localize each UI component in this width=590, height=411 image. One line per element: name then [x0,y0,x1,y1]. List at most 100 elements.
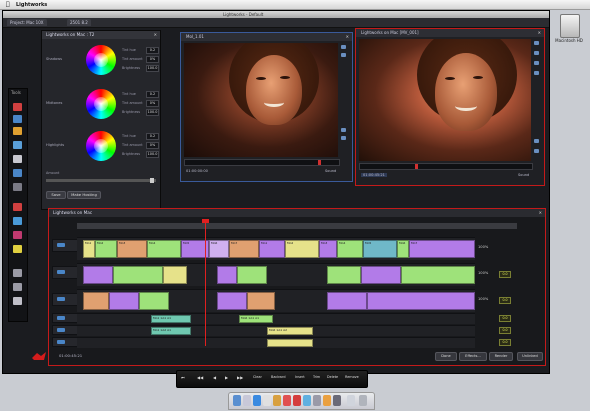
level-readout[interactable]: 0.0 [499,271,511,278]
fast-forward-icon[interactable]: ▶▶ [237,375,243,380]
settings-tool-icon[interactable] [13,269,22,277]
lightworks-dock-icon[interactable] [293,395,301,406]
audio-clip[interactable]: Mo1 1A1 A1 [151,315,191,323]
sound-label[interactable]: Sound [325,169,336,173]
effects-icon[interactable] [534,61,539,65]
track-level[interactable]: 100% [478,271,488,275]
bin-tool-icon[interactable] [13,115,22,123]
safari-dock-icon[interactable] [253,395,261,406]
apple-menu-icon[interactable]:  [6,1,10,8]
viewer-close-icon[interactable]: ✕ [538,30,541,35]
timeline-clip[interactable]: Mo6 [209,240,229,258]
timeline-clip[interactable]: Mo1 [259,240,285,258]
downloads-dock-icon[interactable] [347,395,355,406]
viewer-tool-icon[interactable] [13,141,22,149]
param-field[interactable]: 0.2 [146,47,159,54]
help-tool-icon[interactable] [13,297,22,305]
audio-clip[interactable]: Mo1 1A2 A1 [151,327,191,335]
track-header-v1[interactable] [52,239,78,252]
titles-tool-icon[interactable] [13,231,22,239]
unlinked-button[interactable]: Unlinked [517,352,543,361]
timeline-ruler[interactable] [77,223,517,229]
audio-lane-1[interactable]: Mo1 1A1 A1 Mo6 1A1 A1 [77,313,475,324]
level-readout[interactable]: 0.0 [499,297,511,304]
timeline-clip[interactable] [83,292,109,310]
play-icon[interactable]: ▶ [225,375,228,380]
timeline-clip[interactable] [327,266,361,284]
tab-project[interactable]: Project: Mac 10X [7,19,47,26]
timeline-clip[interactable] [109,292,139,310]
param-field[interactable]: 0.2 [146,91,159,98]
mail-dock-icon[interactable] [263,395,271,406]
audio-lane-3[interactable] [77,337,475,348]
timeline-clip[interactable]: Mo4 [337,240,363,258]
keyboard-tool-icon[interactable] [13,283,22,291]
contacts-dock-icon[interactable] [273,395,281,406]
viewer-scrub-bar[interactable] [184,159,340,166]
video-lane-1[interactable]: Mo1 Mo2 Mo3 Mo4 Mo5 Mo6 Mo7 Mo1 Mo2 Mo3 … [77,237,475,260]
viewer-close-icon[interactable]: ✕ [346,34,349,39]
param-field[interactable]: 100.0 [146,65,159,72]
make-hosting-button[interactable]: Make Hosting [67,191,101,199]
preferences-dock-icon[interactable] [313,395,321,406]
insert-button[interactable]: Insert [295,375,305,379]
step-back-icon[interactable]: ◀ [213,375,216,380]
hard-drive-icon[interactable] [560,14,580,38]
viewer-timecode[interactable]: 01:00:00:00 [186,169,208,173]
layout-icon[interactable] [534,41,539,45]
audio-icon[interactable] [534,71,539,75]
timeline-clip[interactable]: Mo5 [363,240,397,258]
track-header-a1[interactable] [52,313,78,323]
timeline-clip[interactable] [401,266,475,284]
edit-tool-icon[interactable] [13,155,22,163]
highlights-color-wheel[interactable] [86,131,116,161]
timeline-clip[interactable] [327,292,367,310]
backward-button[interactable]: Backwrd [271,375,286,379]
appstore-dock-icon[interactable] [303,395,311,406]
timeline-clip[interactable]: Mo3 [319,240,337,258]
track-header-a3[interactable] [52,337,78,347]
timeline-clip[interactable]: Mo2 [285,240,319,258]
launchpad-dock-icon[interactable] [243,395,251,406]
level-readout[interactable]: 0.0 [499,327,511,334]
audio-tool-icon[interactable] [13,217,22,225]
trim-button[interactable]: Trim [313,375,320,379]
timeline-clip[interactable]: Mo7 [229,240,259,258]
clear-button[interactable]: Clear [253,375,262,379]
param-field[interactable]: 100.0 [146,109,159,116]
timeline-clip[interactable]: Mo2 [95,240,117,258]
effects-button[interactable]: Effects... [459,352,487,361]
timeline-clip[interactable] [113,266,163,284]
track-header-v2[interactable] [52,266,78,279]
app-menu[interactable]: Lightworks [16,2,47,8]
sound-label[interactable]: Sound [518,173,529,177]
amount-slider[interactable] [46,178,156,183]
timeline-clip[interactable] [217,266,237,284]
timeline-timecode[interactable]: 01:00:45:21 [59,353,82,358]
param-field[interactable]: 100.0 [146,151,159,158]
timeline-clip[interactable] [247,292,275,310]
timeline-clip[interactable] [367,292,475,310]
layout-icon[interactable] [341,45,346,49]
timeline-clip[interactable]: Mo4 [147,240,181,258]
zoom-in-icon[interactable] [534,139,539,143]
tab-room[interactable]: 2501 8.2 [67,19,91,26]
param-field[interactable]: 0% [146,56,159,63]
track-level[interactable]: 100% [478,297,488,301]
viewer-scrub-bar[interactable] [359,163,533,170]
level-readout[interactable]: 0.0 [499,339,511,346]
param-field[interactable]: 0% [146,100,159,107]
photos-dock-icon[interactable] [323,395,331,406]
track-header-a2[interactable] [52,325,78,335]
terminal-dock-icon[interactable] [333,395,341,406]
midtones-color-wheel[interactable] [86,89,116,119]
video-lane-3[interactable] [77,289,475,312]
sync-tool-icon[interactable] [13,169,22,177]
param-field[interactable]: 0% [146,142,159,149]
panel-close-icon[interactable]: ✕ [154,32,157,37]
folder-tool-icon[interactable] [13,127,22,135]
zoom-out-icon[interactable] [341,136,346,140]
go-start-icon[interactable]: ⏮ [181,375,185,380]
timeline-clip[interactable] [217,292,247,310]
shadows-color-wheel[interactable] [86,45,116,75]
